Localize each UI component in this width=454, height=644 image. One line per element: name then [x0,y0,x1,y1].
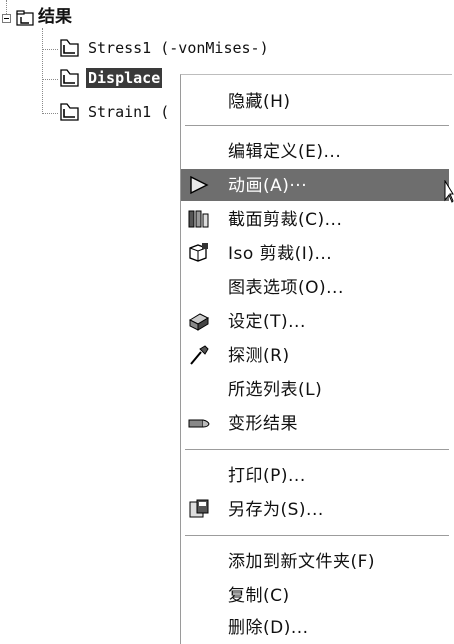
menu-item-label: 设定(T)... [228,312,306,332]
menu-item-selected-list[interactable]: 所选列表(L) [181,373,449,405]
menu-item-save-as[interactable]: 另存为(S)... [181,493,449,525]
collapse-toggle[interactable] [2,14,11,23]
menu-item-copy[interactable]: 复制(C) [181,579,449,611]
tree-node-strain1[interactable]: Strain1 ( [88,102,169,122]
menu-item-label: 复制(C) [228,586,290,606]
menu-separator [185,125,449,127]
menu-item-print[interactable]: 打印(P)... [181,459,449,491]
menu-item-delete[interactable]: 删除(D)... [181,611,449,643]
menu-item-deformed-result[interactable]: 变形结果 [181,407,449,439]
menu-item-label: 另存为(S)... [228,500,324,520]
menu-item-label: 图表选项(O)... [228,278,344,298]
menu-item-label: 打印(P)... [228,466,306,486]
tree-connector [42,28,43,114]
tree-node-stress1[interactable]: Stress1 (-vonMises-) [88,38,269,58]
deform-icon [188,419,210,428]
menu-item-label: 添加到新文件夹(F) [228,552,376,572]
menu-item-label: 探测(R) [228,346,290,366]
menu-item-iso-clipping[interactable]: Iso 剪裁(I)... [181,237,449,269]
section-clip-icon [188,210,209,228]
menu-separator [185,449,449,451]
menu-item-label: 隐藏(H) [228,92,291,112]
save-as-icon [189,499,209,518]
strain-plot-icon [60,103,79,121]
tree-connector [42,113,58,114]
results-folder-icon [16,10,34,26]
stress-plot-icon [60,39,79,57]
settings-icon [188,313,210,331]
menu-item-animate[interactable]: 动画(A)··· [181,169,449,201]
menu-item-label: 所选列表(L) [228,380,323,400]
menu-item-label: 编辑定义(E)... [228,142,342,162]
menu-item-hide[interactable]: 隐藏(H) [181,85,449,117]
mouse-cursor-icon [444,180,454,203]
menu-separator [185,535,449,537]
tree-connector [42,79,58,80]
probe-icon [190,345,209,365]
menu-item-settings[interactable]: 设定(T)... [181,305,449,337]
menu-item-chart-options[interactable]: 图表选项(O)... [181,271,449,303]
menu-item-label: 删除(D)... [228,618,309,638]
menu-item-label: 变形结果 [228,414,298,434]
tree-connector [42,49,58,50]
menu-item-label: Iso 剪裁(I)... [228,244,333,264]
displacement-plot-icon [60,69,79,87]
menu-item-probe[interactable]: 探测(R) [181,339,449,371]
iso-clip-icon [189,243,208,262]
menu-item-label: 动画(A)··· [228,176,308,196]
menu-item-edit-definition[interactable]: 编辑定义(E)... [181,135,449,167]
menu-item-label: 截面剪裁(C)... [228,210,343,230]
tree-connector [6,0,7,14]
menu-item-add-to-new-folder[interactable]: 添加到新文件夹(F) [181,545,449,577]
results-folder-label[interactable]: 结果 [38,7,72,27]
tree-node-displacement1[interactable]: Displace [86,68,163,88]
context-menu: 隐藏(H) 编辑定义(E)... 动画(A)··· 截面剪裁(C)... Iso… [180,74,452,644]
menu-item-section-clipping[interactable]: 截面剪裁(C)... [181,203,449,235]
play-icon [190,175,209,195]
